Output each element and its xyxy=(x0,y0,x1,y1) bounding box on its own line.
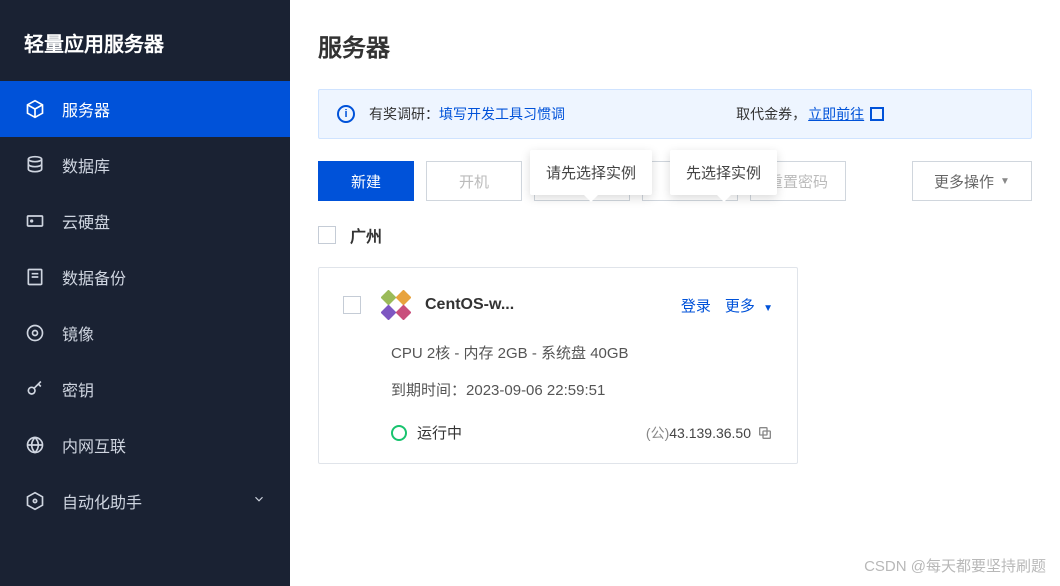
copy-icon[interactable] xyxy=(757,425,773,441)
watermark: CSDN @每天都要坚持刷题 xyxy=(864,555,1046,576)
sidebar-item-server[interactable]: 服务器 xyxy=(0,81,290,137)
image-icon xyxy=(24,322,46,344)
main-content: 服务器 i 有奖调研：填写开发工具习惯调 取代金券， 立即前往 新建 开机 关机… xyxy=(290,0,1060,586)
survey-banner: i 有奖调研：填写开发工具习惯调 取代金券， 立即前往 xyxy=(318,89,1032,139)
instance-spec: CPU 2核 - 内存 2GB - 系统盘 40GB xyxy=(391,342,773,363)
sidebar-item-label: 数据库 xyxy=(62,153,110,177)
sidebar-item-disk[interactable]: 云硬盘 xyxy=(0,193,290,249)
sidebar-item-image[interactable]: 镜像 xyxy=(0,305,290,361)
disk-icon xyxy=(24,210,46,232)
instance-expiry: 到期时间：2023-09-06 22:59:51 xyxy=(391,379,773,400)
instance-header: CentOS-w... 登录 更多 ▼ xyxy=(343,290,773,320)
tooltip-select-instance-2: 先选择实例 xyxy=(670,150,777,195)
start-button[interactable]: 开机 xyxy=(426,161,522,201)
instance-checkbox[interactable] xyxy=(343,296,361,314)
sidebar-item-label: 数据备份 xyxy=(62,265,126,289)
instance-card: CentOS-w... 登录 更多 ▼ CPU 2核 - 内存 2GB - 系统… xyxy=(318,267,798,464)
database-icon xyxy=(24,154,46,176)
region-checkbox[interactable] xyxy=(318,226,336,244)
sidebar-item-label: 云硬盘 xyxy=(62,209,110,233)
survey-link[interactable]: 立即前往 xyxy=(808,104,864,124)
robot-icon xyxy=(24,490,46,512)
sidebar-title: 轻量应用服务器 xyxy=(0,10,290,81)
tooltip-select-instance: 请先选择实例 xyxy=(530,150,652,195)
sidebar-item-backup[interactable]: 数据备份 xyxy=(0,249,290,305)
info-icon: i xyxy=(337,105,355,123)
external-link-icon xyxy=(870,107,884,121)
centos-icon xyxy=(381,290,411,320)
more-actions-button[interactable]: 更多操作 ▼ xyxy=(912,161,1032,201)
sidebar-item-automation[interactable]: 自动化助手 xyxy=(0,473,290,529)
public-ip: (公)43.139.36.50 xyxy=(646,423,773,443)
key-icon xyxy=(24,378,46,400)
instance-name[interactable]: CentOS-w... xyxy=(425,296,681,314)
page-title: 服务器 xyxy=(318,0,1032,89)
status-running-icon xyxy=(391,425,407,441)
banner-text: 有奖调研：填写开发工具习惯调 取代金券， xyxy=(369,104,806,124)
caret-down-icon: ▼ xyxy=(763,303,773,314)
sidebar-item-label: 服务器 xyxy=(62,97,110,121)
backup-icon xyxy=(24,266,46,288)
caret-down-icon: ▼ xyxy=(1000,176,1010,187)
region-row: 广州 xyxy=(318,223,1032,247)
chevron-down-icon xyxy=(252,492,266,511)
login-button[interactable]: 登录 xyxy=(681,295,711,316)
status-text: 运行中 xyxy=(417,422,462,443)
sidebar-item-label: 密钥 xyxy=(62,377,94,401)
create-button[interactable]: 新建 xyxy=(318,161,414,201)
network-icon xyxy=(24,434,46,456)
sidebar-item-label: 自动化助手 xyxy=(62,489,142,513)
sidebar: 轻量应用服务器 服务器 数据库 云硬盘 数据备份 xyxy=(0,0,290,586)
sidebar-item-key[interactable]: 密钥 xyxy=(0,361,290,417)
instance-status-row: 运行中 (公)43.139.36.50 xyxy=(391,422,773,443)
sidebar-item-label: 内网互联 xyxy=(62,433,126,457)
sidebar-item-database[interactable]: 数据库 xyxy=(0,137,290,193)
sidebar-item-network[interactable]: 内网互联 xyxy=(0,417,290,473)
region-label: 广州 xyxy=(350,223,382,247)
server-icon xyxy=(24,98,46,120)
sidebar-item-label: 镜像 xyxy=(62,321,94,345)
instance-more-button[interactable]: 更多 ▼ xyxy=(725,295,773,316)
